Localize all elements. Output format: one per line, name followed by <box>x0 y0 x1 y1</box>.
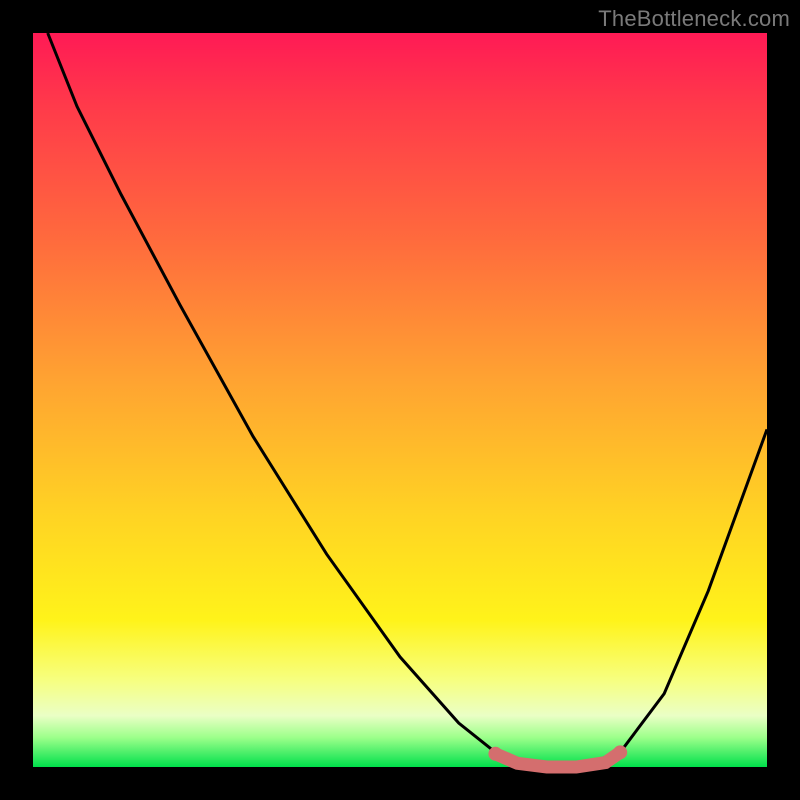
plot-area <box>33 33 767 767</box>
optimal-band-end-dot <box>613 745 627 759</box>
bottleneck-curve <box>48 33 767 767</box>
chart-frame: TheBottleneck.com <box>0 0 800 800</box>
curve-layer <box>33 33 767 767</box>
optimal-band-start-dot <box>488 747 502 761</box>
watermark-text: TheBottleneck.com <box>598 6 790 32</box>
optimal-band <box>495 752 620 767</box>
